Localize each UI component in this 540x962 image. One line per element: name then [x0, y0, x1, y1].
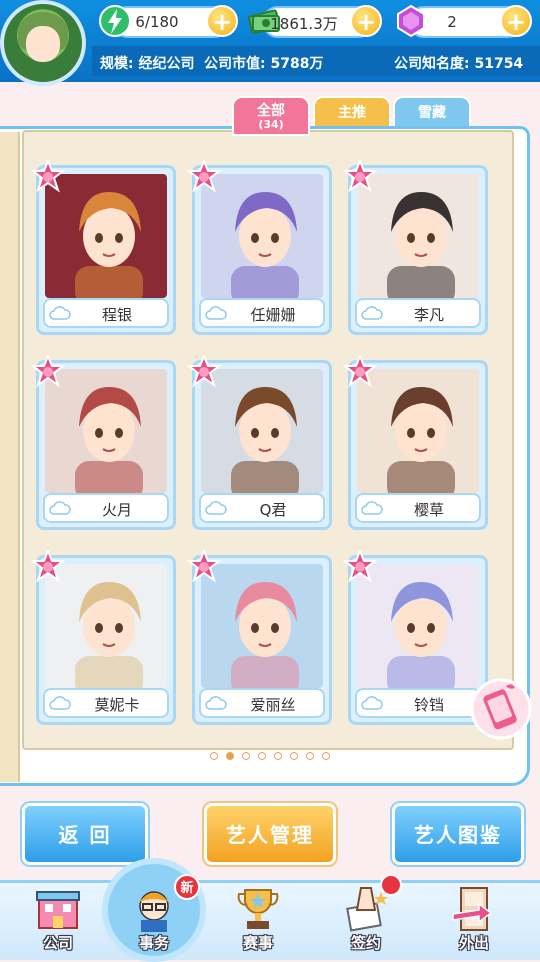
new-badge: 新 — [174, 874, 200, 900]
notification-badge — [380, 874, 402, 896]
tab-hidden-label: 雪藏 — [418, 105, 446, 121]
tab-all-label: 全部 — [257, 103, 285, 119]
rank-star-icon — [343, 160, 377, 193]
stamina-value: 6/180 — [135, 13, 179, 31]
rank-star-icon — [343, 355, 377, 388]
company-scale: 规模: 经纪公司 — [100, 56, 195, 72]
artist-name-bar: 樱草 — [355, 493, 481, 523]
cloud-icon — [205, 696, 227, 710]
rank-star-icon — [187, 550, 221, 583]
page-indicator — [0, 745, 540, 764]
page-dot[interactable] — [210, 752, 218, 760]
company-market-value: 公司市值: 5788万 — [204, 56, 324, 72]
artist-name: 任姗姗 — [250, 306, 296, 324]
artist-manage-button[interactable]: 艺人管理 — [204, 803, 336, 865]
nav-affairs-label: 事务 — [138, 934, 169, 952]
artist-card[interactable]: 李凡 — [343, 160, 488, 335]
artist-name: 火月 — [101, 501, 132, 519]
artist-catalog-button[interactable]: 艺人图鉴 — [392, 803, 524, 865]
artist-name-bar: Q君 — [199, 493, 325, 523]
rank-star-icon — [343, 550, 377, 583]
tab-all[interactable]: 全部 (34) — [232, 96, 310, 136]
cloud-icon — [49, 306, 71, 320]
avatar-face — [26, 26, 60, 62]
company-info-bar: 规模: 经纪公司 公司市值: 5788万 公司知名度: 51754 — [92, 46, 540, 76]
manager-icon — [139, 891, 169, 932]
nav-outing-label: 外出 — [458, 934, 489, 952]
cloud-icon — [205, 501, 227, 515]
stamina-resource: 6/180 + — [99, 5, 238, 38]
rank-star-icon — [187, 160, 221, 193]
artist-name-bar: 莫妮卡 — [43, 688, 169, 718]
artist-name-bar: 爱丽丝 — [199, 688, 325, 718]
nav-events[interactable]: 赛事 — [208, 880, 308, 960]
cloud-icon — [49, 696, 71, 710]
artist-name: 莫妮卡 — [94, 696, 140, 714]
page-dot[interactable] — [226, 752, 234, 760]
tab-featured-label: 主推 — [338, 105, 366, 121]
artist-card[interactable]: 任姗姗 — [187, 160, 332, 335]
nav-events-label: 赛事 — [242, 934, 273, 952]
page-dot[interactable] — [274, 752, 282, 760]
artist-name-bar: 程银 — [43, 298, 169, 328]
rank-star-icon — [31, 550, 65, 583]
nav-sign[interactable]: 签约 — [316, 880, 416, 960]
artist-card[interactable]: 爱丽丝 — [187, 550, 332, 725]
cloud-icon — [361, 306, 383, 320]
building-icon — [36, 891, 80, 929]
gem-value: 2 — [447, 13, 457, 31]
book-spine — [0, 132, 20, 782]
artist-card[interactable]: 火月 — [31, 355, 176, 530]
artist-name-bar: 任姗姗 — [199, 298, 325, 328]
artist-name: 樱草 — [413, 501, 444, 519]
company-fame: 公司知名度: 51754 — [394, 56, 524, 72]
player-avatar[interactable] — [0, 0, 86, 86]
artist-name-bar: 铃铛 — [355, 688, 481, 718]
nav-company[interactable]: 公司 — [8, 880, 108, 960]
money-resource: 1861.3万 + — [248, 5, 382, 38]
page-dot[interactable] — [322, 752, 330, 760]
trophy-icon — [237, 889, 279, 929]
cloud-icon — [49, 501, 71, 515]
page-dot[interactable] — [258, 752, 266, 760]
rank-star-icon — [187, 355, 221, 388]
nav-sign-label: 签约 — [350, 934, 381, 952]
artist-card[interactable]: 铃铛 — [343, 550, 488, 725]
artist-card[interactable]: 樱草 — [343, 355, 488, 530]
gem-resource: 2 + — [397, 4, 532, 38]
artist-name-bar: 火月 — [43, 493, 169, 523]
artist-name: 李凡 — [413, 306, 444, 324]
page-dot[interactable] — [242, 752, 250, 760]
artist-card[interactable]: Q君 — [187, 355, 332, 530]
artist-card[interactable]: 莫妮卡 — [31, 550, 176, 725]
artist-catalog-label: 艺人图鉴 — [414, 823, 502, 847]
cloud-icon — [205, 306, 227, 320]
door-icon — [452, 887, 493, 931]
rank-star-icon — [31, 160, 65, 193]
page-dot[interactable] — [306, 752, 314, 760]
nav-outing[interactable]: 外出 — [424, 880, 524, 960]
page-dot[interactable] — [290, 752, 298, 760]
artist-name: 程银 — [101, 306, 132, 324]
artist-name-bar: 李凡 — [355, 298, 481, 328]
nav-company-label: 公司 — [42, 934, 73, 952]
artist-name: 铃铛 — [413, 696, 444, 714]
artist-name: 爱丽丝 — [250, 696, 296, 714]
back-button[interactable]: 返 回 — [22, 803, 148, 865]
cloud-icon — [361, 501, 383, 515]
add-stamina-button[interactable]: + — [206, 5, 238, 37]
money-value: 1861.3万 — [270, 15, 338, 33]
artist-name: Q君 — [259, 501, 287, 519]
artist-card[interactable]: 程银 — [31, 160, 176, 335]
phone-icon[interactable] — [470, 678, 532, 740]
artist-manage-label: 艺人管理 — [226, 823, 314, 847]
add-money-button[interactable]: + — [350, 5, 382, 37]
cloud-icon — [361, 696, 383, 710]
tab-all-count: (34) — [258, 118, 284, 131]
add-gem-button[interactable]: + — [500, 5, 532, 37]
rank-star-icon — [31, 355, 65, 388]
back-label: 返 回 — [58, 823, 112, 847]
